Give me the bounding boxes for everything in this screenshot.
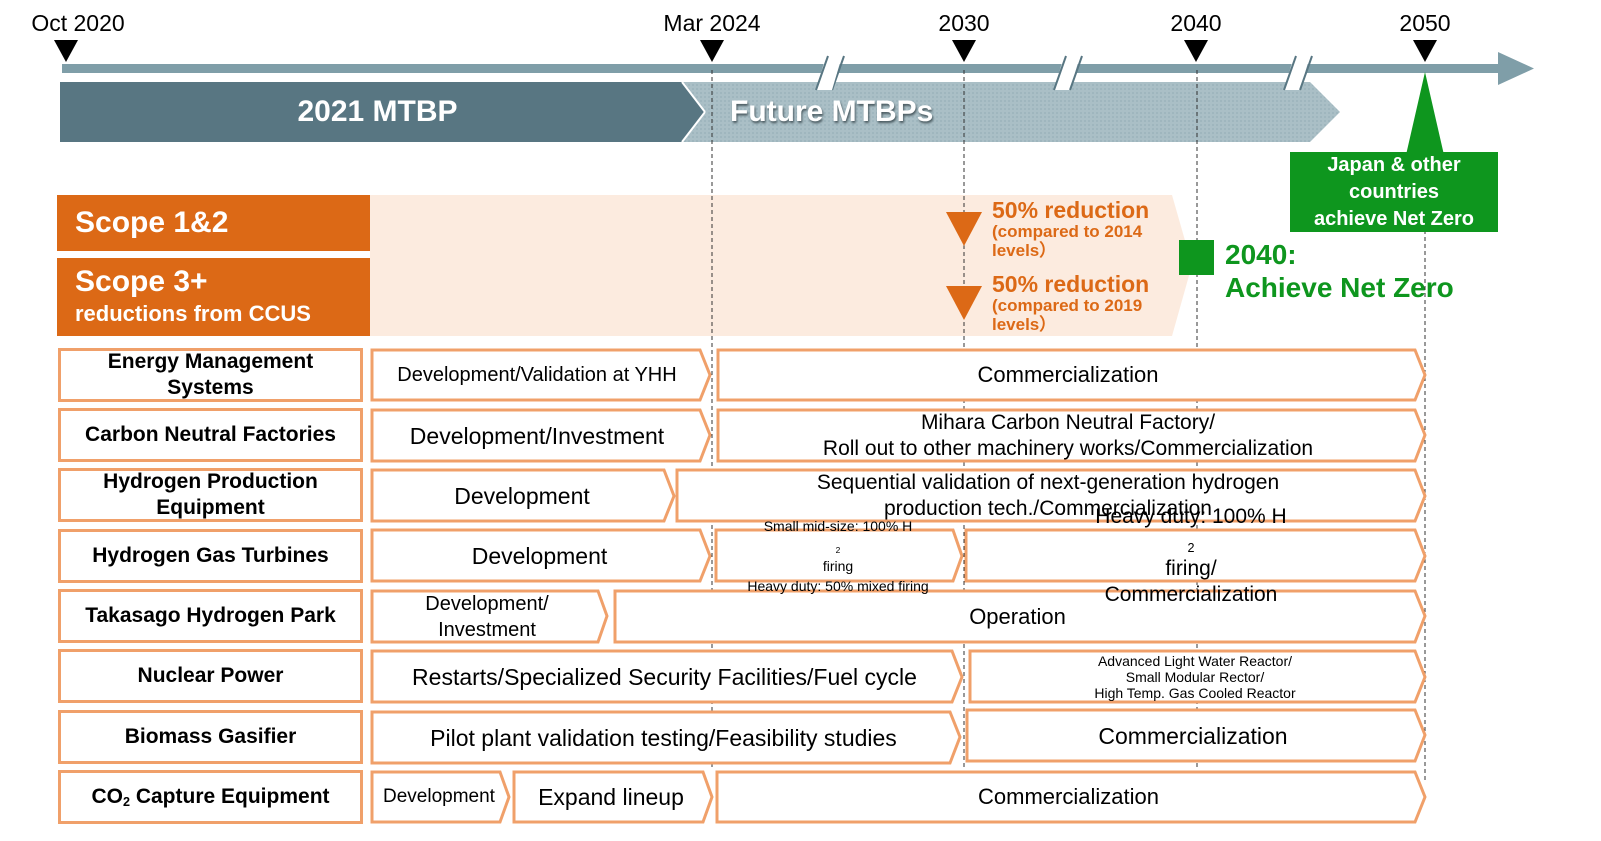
segment-h2prod-dev: Development <box>372 470 672 521</box>
global-net-zero-line1: Japan & other <box>1327 154 1461 176</box>
scope3-box: Scope 3+ reductions from CCUS <box>57 258 370 336</box>
milestone-marker-icon <box>1184 40 1208 62</box>
global-net-zero-box: Japan & other countries achieve Net Zero <box>1290 152 1498 232</box>
row-label-part: CO <box>91 785 123 808</box>
segment-text: Roll out to other machinery works/Commer… <box>822 436 1314 460</box>
segment-text: Commercialization <box>1098 722 1288 749</box>
segment-text: Commercialization <box>978 784 1159 809</box>
milestone-label: 2050 <box>1399 10 1451 36</box>
current-plan-label: 2021 MTBP <box>297 95 458 128</box>
segment-text: Sequential validation of next-generation… <box>816 470 1280 494</box>
segment-co2-dev: Development <box>372 772 506 822</box>
scope3-subtitle: reductions from CCUS <box>75 301 311 326</box>
scope3-title: Scope 3+ <box>75 265 208 298</box>
scope12-target-title: 50% reduction <box>992 197 1150 223</box>
row-label-hydrogen-production: Hydrogen Production Equipment <box>58 468 363 522</box>
scope12-target: 50% reduction (compared to 2014 levels） <box>992 198 1149 260</box>
milestone-marker-icon <box>1413 40 1437 62</box>
segment-nuclear-advanced: Advanced Light Water Reactor/Small Modul… <box>970 651 1420 702</box>
future-plan-label: Future MTBPs <box>730 95 934 128</box>
segment-factories-rollout: Mihara Carbon Neutral Factory/Roll out t… <box>718 408 1418 463</box>
row-label-energy-management: Energy Management Systems <box>58 348 363 402</box>
subscript: 2 <box>835 544 841 555</box>
segment-text: Development <box>454 482 590 509</box>
segment-text: Heavy duty: 100% H <box>1095 504 1287 528</box>
milestone-label: 2030 <box>938 10 990 36</box>
net-zero-2040-marker <box>1179 240 1214 275</box>
row-label-line: Biomass Gasifier <box>124 725 297 748</box>
global-net-zero-line3: achieve Net Zero <box>1313 208 1475 230</box>
row-label-nuclear-power: Nuclear Power <box>58 649 363 703</box>
row-label-line: Hydrogen Gas Turbines <box>92 544 329 567</box>
milestone-label: 2040 <box>1170 10 1222 36</box>
row-label-line: Takasago Hydrogen Park <box>85 604 336 627</box>
company-net-zero-year: 2040: <box>1225 239 1297 270</box>
scope3-target: 50% reduction (compared to 2019 levels） <box>992 272 1149 334</box>
scope12-target-note-1: (compared to 2014 <box>992 222 1143 241</box>
row-label-biomass-gasifier: Biomass Gasifier <box>58 710 363 764</box>
scope12-title: Scope 1&2 <box>75 206 229 239</box>
segment-text: Advanced Light Water Reactor/ <box>1097 652 1292 669</box>
segment-text: Development <box>471 542 608 569</box>
company-net-zero-text: Achieve Net Zero <box>1225 272 1454 303</box>
row-label-line: Nuclear Power <box>137 664 284 687</box>
segment-text: Operation <box>969 603 1066 629</box>
segment-text: Development/Investment <box>409 422 665 449</box>
segment-turbine-heavy: Heavy duty: 100% H2 firing/ Commercializ… <box>966 505 1416 606</box>
segment-text: Restarts/Specialized Security Facilities… <box>412 663 917 690</box>
segment-turbine-small: Small mid-size: 100% H2 firing Heavy dut… <box>716 518 960 594</box>
segment-text: Pilot plant validation testing/Feasibili… <box>430 724 897 751</box>
row-label-carbon-neutral-factories: Carbon Neutral Factories <box>58 408 363 462</box>
segment-text: Development/Validation at YHH <box>397 364 677 386</box>
segment-energy-commercial: Commercialization <box>718 350 1418 400</box>
milestone-label: Mar 2024 <box>663 10 761 36</box>
milestone-marker-icon <box>54 40 78 62</box>
row-label-line: Carbon Neutral Factories <box>85 423 336 446</box>
segment-co2-expand: Expand lineup <box>514 772 708 822</box>
segment-text: Small Modular Rector/ <box>1125 668 1265 685</box>
segment-text: Small mid-size: 100% H <box>763 517 913 534</box>
segment-takasago-operation: Operation <box>615 591 1420 642</box>
segment-text: High Temp. Gas Cooled Reactor <box>1094 684 1296 701</box>
row-label-subscript: 2 <box>122 795 130 810</box>
segment-text: Mihara Carbon Neutral Factory/ <box>920 410 1216 434</box>
company-net-zero: 2040: Achieve Net Zero <box>1225 238 1454 304</box>
scope12-target-note-2: levels） <box>992 241 1057 260</box>
segment-factories-dev: Development/Investment <box>372 410 702 461</box>
row-label-hydrogen-gas-turbines: Hydrogen Gas Turbines <box>58 529 363 583</box>
scope3-target-title: 50% reduction <box>992 271 1150 297</box>
segment-text: Commercialization <box>977 362 1159 387</box>
row-label-line: Hydrogen Production <box>103 470 318 493</box>
row-label-co2-capture: CO2 Capture Equipment <box>58 770 363 824</box>
scope12-box: Scope 1&2 <box>57 195 370 251</box>
row-label-line: Equipment <box>156 496 265 519</box>
segment-text: firing <box>822 557 854 574</box>
segment-takasago-dev: Development/Investment <box>372 589 602 644</box>
segment-text: Development <box>383 786 495 807</box>
row-label-line: Systems <box>167 376 254 399</box>
milestone-marker-icon <box>952 40 976 62</box>
row-label-takasago-hydrogen-park: Takasago Hydrogen Park <box>58 589 363 643</box>
scope3-target-note-2: levels） <box>992 315 1057 334</box>
row-label-line: Energy Management <box>107 350 314 373</box>
milestone-marker-icon <box>700 40 724 62</box>
segment-text: Expand lineup <box>538 784 684 810</box>
segment-biomass-commercial: Commercialization <box>967 710 1419 761</box>
segment-energy-dev: Development/Validation at YHH <box>372 350 702 400</box>
segment-biomass-pilot: Pilot plant validation testing/Feasibili… <box>372 712 955 763</box>
segment-co2-commercial: Commercialization <box>717 772 1420 822</box>
row-label-part: Capture Equipment <box>130 785 330 808</box>
timeline-arrowhead <box>1498 52 1534 85</box>
subscript: 2 <box>1187 540 1195 555</box>
segment-text: Development/ <box>425 592 549 615</box>
global-net-zero-line2: countries <box>1348 181 1440 203</box>
net-zero-pointer <box>1406 72 1444 155</box>
segment-turbine-dev: Development <box>372 530 707 581</box>
segment-nuclear-restarts: Restarts/Specialized Security Facilities… <box>372 651 957 702</box>
timeline-axis <box>62 64 1502 73</box>
milestone-label: Oct 2020 <box>31 10 125 36</box>
segment-text: firing/ <box>1165 556 1217 580</box>
scope3-target-note-1: (compared to 2019 <box>992 296 1143 315</box>
segment-text: Investment <box>438 618 536 641</box>
